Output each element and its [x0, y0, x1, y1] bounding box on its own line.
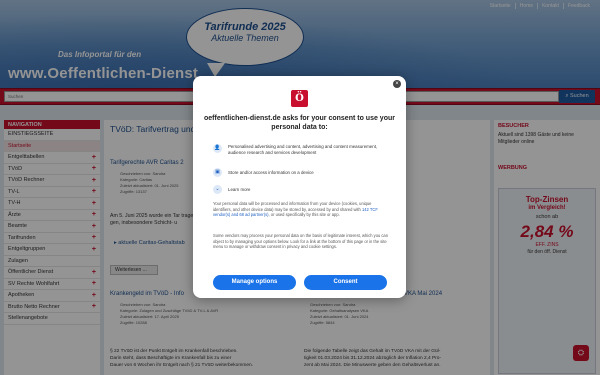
consent-dialog: × Ö oeffentlichen-dienst.de asks for you…: [193, 76, 406, 298]
purpose-text: Personalised advertising and content, ad…: [228, 144, 378, 155]
manage-options-button[interactable]: Manage options: [213, 275, 296, 290]
para1-text: Your personal data will be processed and…: [213, 201, 372, 212]
site-logo: Ö: [291, 90, 308, 107]
person-icon: 👤: [213, 144, 222, 153]
learn-more-label: Learn more: [228, 187, 251, 192]
page: Startseite Home Kontakt Feedback Das Inf…: [0, 0, 600, 375]
consent-paragraph-1: Your personal data will be processed and…: [213, 201, 389, 218]
purpose-device-storage: ▣ Store and/or access information on a d…: [213, 168, 393, 177]
consent-paragraph-2: Some vendors may process your personal d…: [213, 233, 388, 250]
purpose-personalised-ads: 👤 Personalised advertising and content, …: [213, 144, 393, 155]
consent-title: oeffentlichen-dienst.de asks for your co…: [204, 115, 395, 131]
purpose-text: Store and/or access information on a dev…: [228, 170, 314, 175]
para1-text-end: , or used specifically by this site or a…: [268, 212, 340, 218]
consent-button[interactable]: Consent: [304, 275, 387, 290]
chevron-down-icon: ⌄: [213, 185, 222, 194]
learn-more-toggle[interactable]: ⌄ Learn more: [213, 185, 393, 194]
device-icon: ▣: [213, 168, 222, 177]
close-icon[interactable]: ×: [393, 80, 401, 88]
